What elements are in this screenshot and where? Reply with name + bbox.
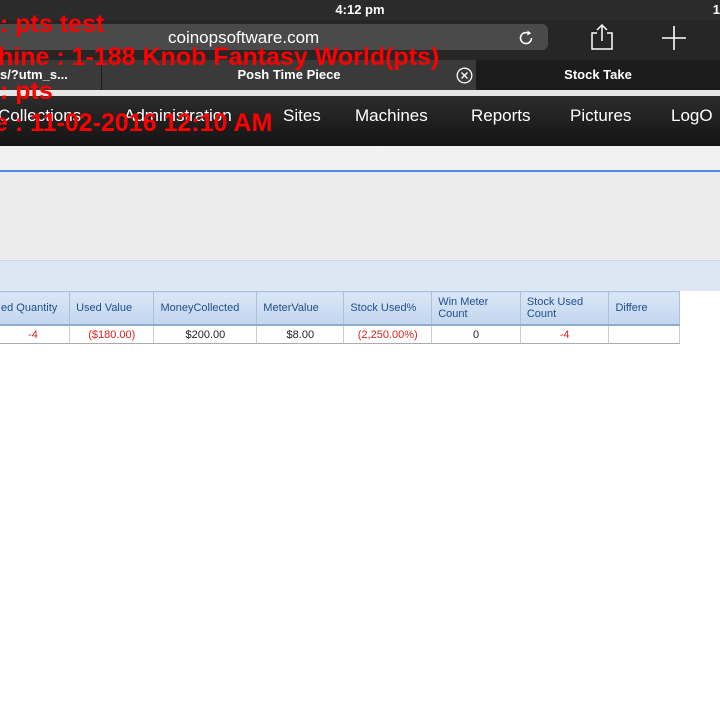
status-right-fragment: 1: [712, 2, 720, 17]
content-top-strip: [0, 146, 720, 170]
column-header-money-collected[interactable]: MoneyCollected: [153, 291, 258, 326]
table-cell: $200.00: [153, 324, 258, 344]
table-cell: ($180.00): [69, 324, 155, 344]
nav-item-sites[interactable]: Sites: [283, 106, 321, 126]
share-icon[interactable]: [589, 23, 615, 51]
filter-panel: [0, 172, 720, 260]
new-tab-plus-icon[interactable]: [660, 24, 688, 52]
tab-utm[interactable]: s/?utm_s...: [0, 60, 101, 90]
browser-toolbar: coinopsoftware.com: [0, 20, 720, 60]
table-cell: $8.00: [256, 324, 345, 344]
nav-item-administration[interactable]: Administration: [124, 106, 232, 126]
tab-utm-label: s/?utm_s...: [0, 67, 68, 82]
status-time: 4:12 pm: [335, 2, 385, 17]
tab-close-icon[interactable]: [456, 67, 473, 84]
table-cell: [608, 324, 680, 344]
column-header-stock-used-count[interactable]: Stock Used Count: [519, 291, 610, 326]
address-bar-url: coinopsoftware.com: [168, 28, 320, 47]
status-bar: 4:12 pm 1: [0, 0, 720, 20]
table-header-row: ed Quantity Used Value MoneyCollected Me…: [0, 291, 680, 326]
table-cell: -4: [0, 324, 71, 344]
stock-report-table: ed Quantity Used Value MoneyCollected Me…: [0, 291, 680, 344]
table-cell: 0: [431, 324, 521, 344]
table-cell: (2,250.00%): [343, 324, 433, 344]
column-header-win-meter-count[interactable]: Win Meter Count: [431, 291, 521, 326]
nav-item-machines[interactable]: Machines: [355, 106, 428, 126]
report-section-header: [0, 260, 720, 291]
tab-posh-time-piece[interactable]: Posh Time Piece: [101, 60, 476, 90]
tab-posh-time-piece-label: Posh Time Piece: [237, 67, 341, 82]
nav-item-pictures[interactable]: Pictures: [570, 106, 631, 126]
address-bar[interactable]: coinopsoftware.com: [0, 24, 548, 50]
nav-item-logout[interactable]: LogO: [671, 106, 713, 126]
tab-stock-take[interactable]: Stock Take: [476, 60, 720, 90]
column-header-meter-value[interactable]: MeterValue: [256, 291, 345, 326]
site-nav: Collections Administration Sites Machine…: [0, 96, 720, 146]
browser-tab-strip: s/?utm_s... Posh Time Piece Stock Take: [0, 60, 720, 90]
column-header-stock-used-percent[interactable]: Stock Used%: [343, 291, 433, 326]
tab-stock-take-label: Stock Take: [564, 67, 632, 82]
nav-item-reports[interactable]: Reports: [471, 106, 531, 126]
column-header-used-quantity[interactable]: ed Quantity: [0, 291, 71, 326]
screenshot-page: 4:12 pm 1 coinopsoftware.com s/?utm_s...…: [0, 0, 720, 720]
table-row: -4 ($180.00) $200.00 $8.00 (2,250.00%) 0…: [0, 324, 680, 344]
nav-item-collections[interactable]: Collections: [0, 106, 81, 126]
column-header-difference[interactable]: Differe: [608, 291, 680, 326]
table-cell: -4: [519, 324, 610, 344]
column-header-used-value[interactable]: Used Value: [69, 291, 155, 326]
reload-icon[interactable]: [517, 29, 535, 47]
